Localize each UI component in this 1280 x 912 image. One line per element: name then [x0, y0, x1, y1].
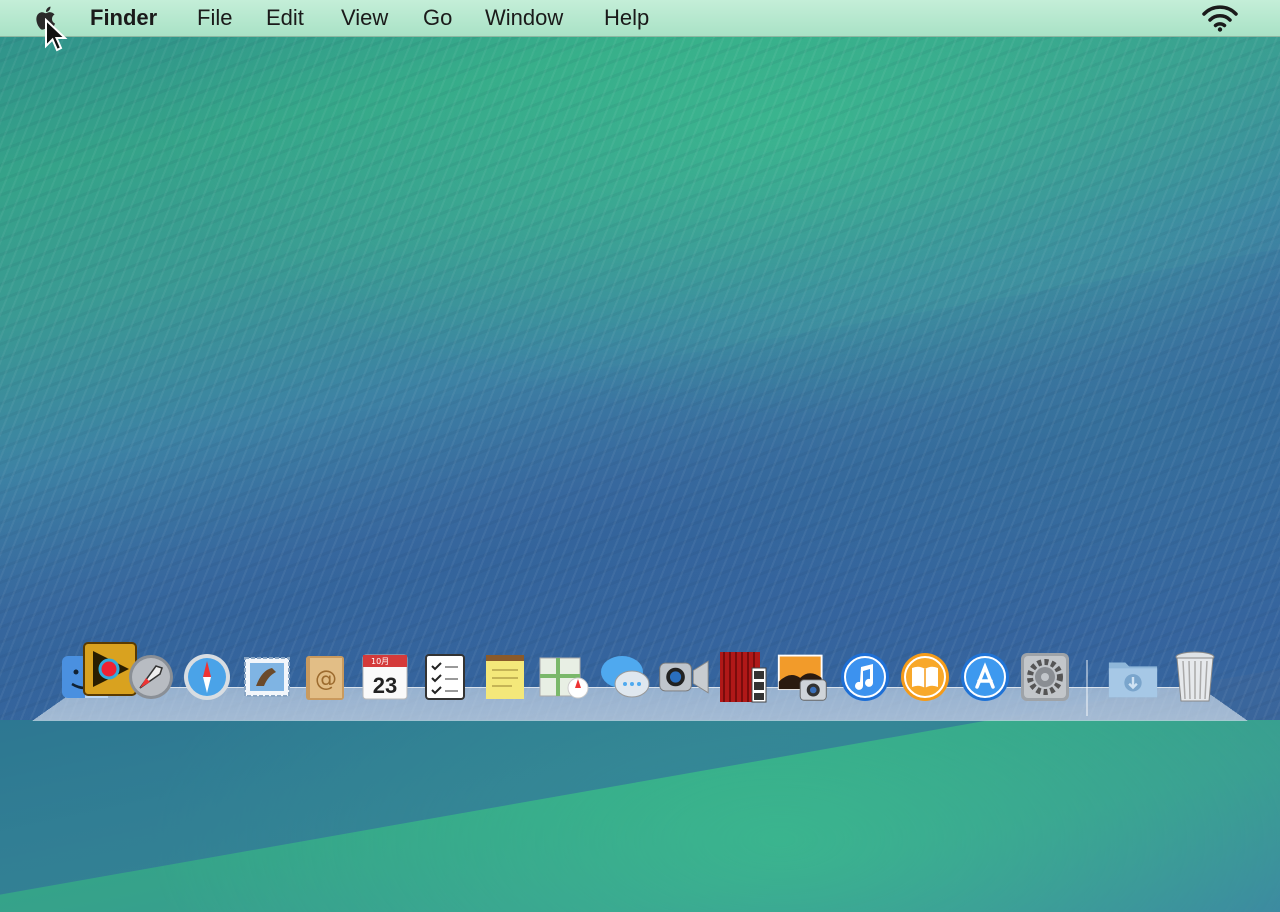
calendar-icon[interactable]: 23 10月	[358, 650, 412, 704]
ibooks-icon[interactable]	[898, 650, 952, 704]
mail-icon[interactable]	[240, 650, 294, 704]
reminders-icon[interactable]	[418, 650, 472, 704]
svg-text:@: @	[315, 667, 337, 692]
menu-help[interactable]: Help	[604, 6, 649, 30]
notes-icon[interactable]	[478, 650, 532, 704]
itunes-icon[interactable]	[838, 650, 892, 704]
mouse-cursor-icon	[44, 17, 68, 54]
calendar-day: 23	[373, 673, 397, 698]
menu-go[interactable]: Go	[423, 6, 452, 30]
menu-bar: Finder File Edit View Go Window Help	[0, 0, 1280, 37]
launchpad-icon[interactable]	[124, 650, 178, 704]
menu-window[interactable]: Window	[485, 6, 563, 30]
facetime-icon[interactable]	[656, 650, 710, 704]
app-store-icon[interactable]	[958, 650, 1012, 704]
downloads-folder-icon[interactable]	[1106, 650, 1160, 704]
menu-app-name[interactable]: Finder	[90, 6, 157, 30]
calendar-month: 10月	[371, 657, 389, 666]
messages-icon[interactable]	[598, 650, 652, 704]
wallpaper-wave-shadow	[0, 227, 1280, 912]
trash-icon[interactable]	[1168, 650, 1222, 704]
dock-separator	[1086, 660, 1088, 716]
menu-edit[interactable]: Edit	[266, 6, 304, 30]
menu-view[interactable]: View	[341, 6, 388, 30]
maps-icon[interactable]	[536, 650, 590, 704]
system-preferences-icon[interactable]	[1018, 650, 1072, 704]
safari-icon[interactable]	[180, 650, 234, 704]
wifi-icon[interactable]	[1200, 4, 1240, 32]
menu-file[interactable]: File	[197, 6, 232, 30]
iphoto-icon[interactable]	[776, 650, 830, 704]
contacts-icon[interactable]: @	[298, 650, 352, 704]
photo-booth-icon[interactable]	[716, 650, 770, 704]
